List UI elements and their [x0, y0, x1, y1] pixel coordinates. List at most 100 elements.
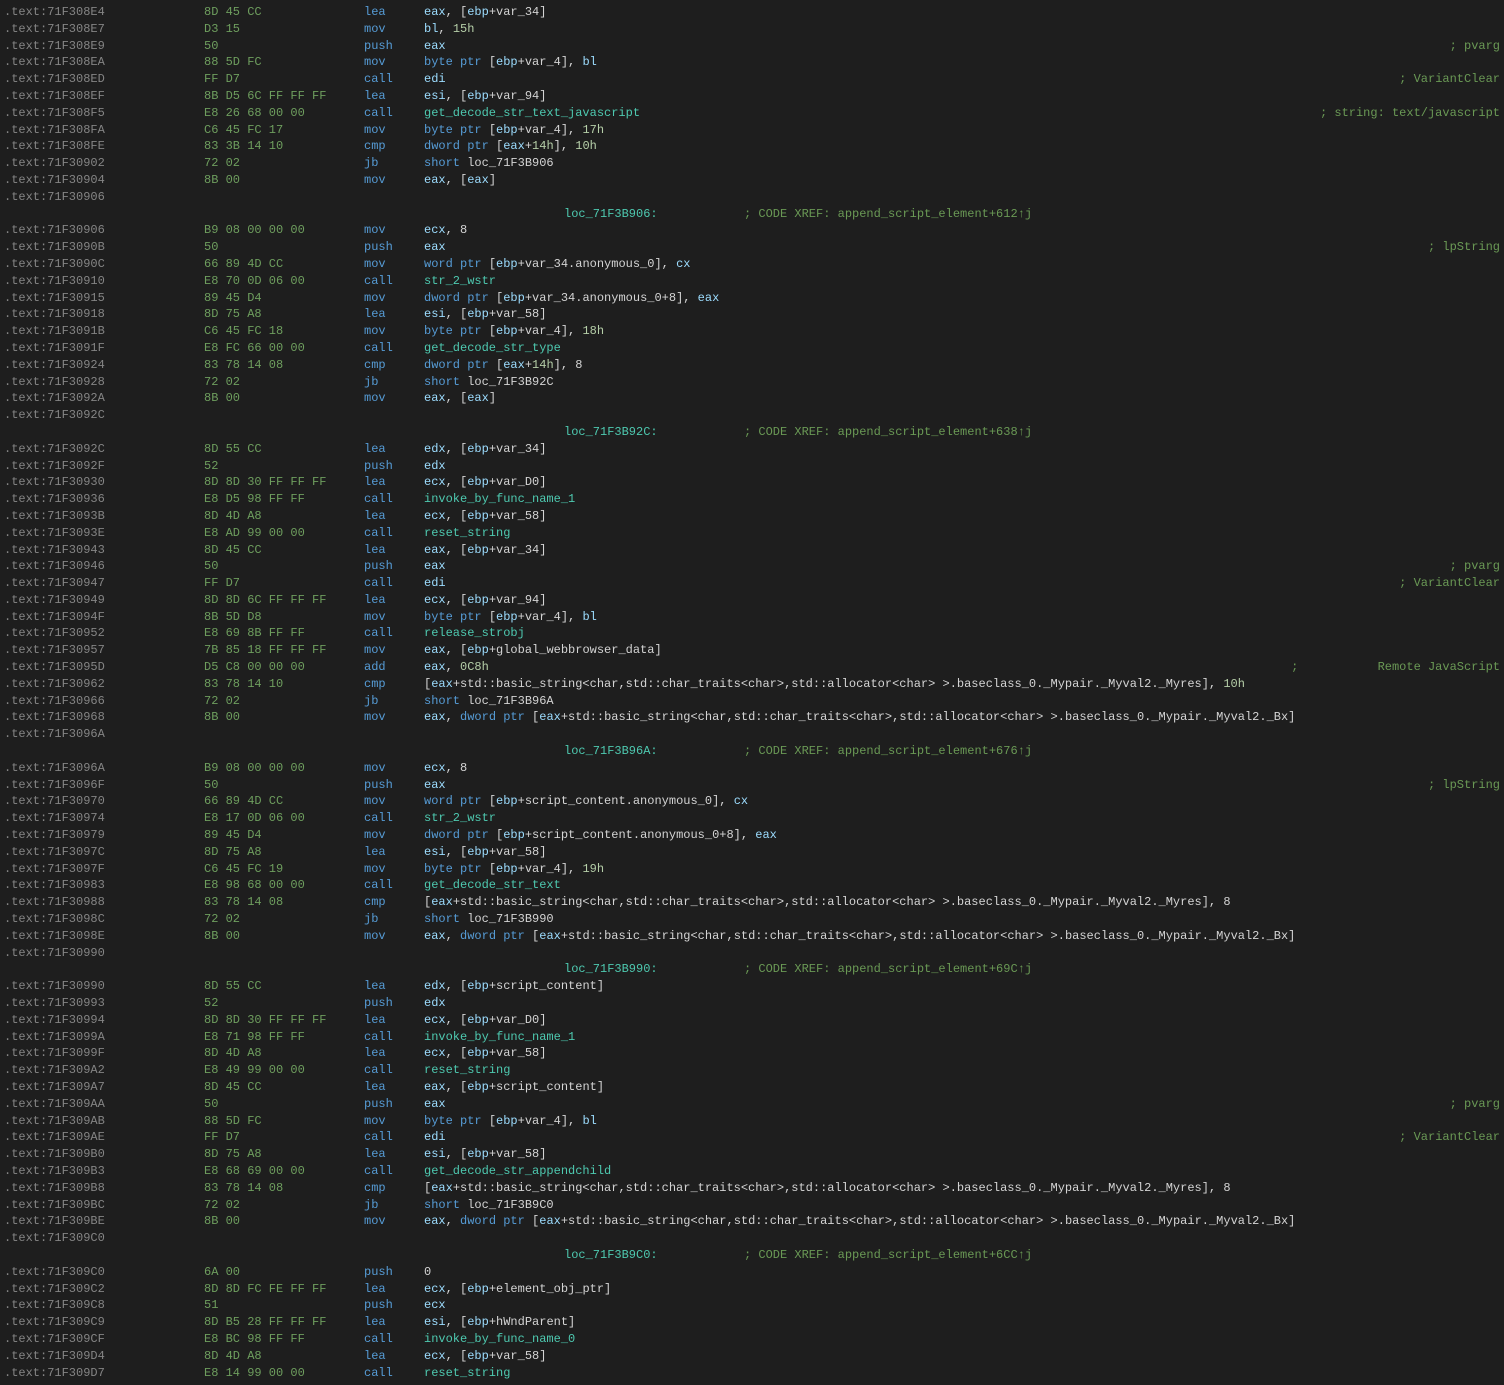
asm-bytes: D3 15: [204, 21, 364, 38]
asm-line: .text:71F308EDFF D7calledi ; VariantClea…: [0, 71, 1504, 88]
asm-line: .text:71F308EA88 5D FCmovbyte ptr [ebp+v…: [0, 54, 1504, 71]
asm-mnemonic: mov: [364, 290, 424, 307]
asm-line: .text:71F309498D 8D 6C FF FF FFleaecx, […: [0, 592, 1504, 609]
asm-operands: short loc_71F3B9C0: [424, 1197, 1500, 1214]
asm-line: .text:71F308FAC6 45 FC 17movbyte ptr [eb…: [0, 122, 1504, 139]
asm-line: .text:71F3090272 02jbshort loc_71F3B906: [0, 155, 1504, 172]
asm-bytes: 89 45 D4: [204, 827, 364, 844]
loc-label-line: loc_71F3B92C:; CODE XREF: append_script_…: [0, 424, 1504, 441]
asm-address: .text:71F3092C: [4, 441, 204, 458]
asm-line: .text:71F3091FE8 FC 66 00 00callget_deco…: [0, 340, 1504, 357]
asm-line: .text:71F3099AE8 71 98 FF FFcallinvoke_b…: [0, 1029, 1504, 1046]
asm-bytes: E8 BC 98 FF FF: [204, 1331, 364, 1348]
asm-operands: reset_string: [424, 525, 1500, 542]
asm-mnemonic: mov: [364, 827, 424, 844]
asm-line: .text:71F3094650pusheax ; pvarg: [0, 558, 1504, 575]
asm-address: .text:71F3096A: [4, 760, 204, 777]
asm-mnemonic: cmp: [364, 676, 424, 693]
asm-bytes: E8 98 68 00 00: [204, 877, 364, 894]
asm-operands: edi: [424, 575, 1385, 592]
asm-mnemonic: call: [364, 810, 424, 827]
asm-address: .text:71F30988: [4, 894, 204, 911]
asm-bytes: E8 17 0D 06 00: [204, 810, 364, 827]
loc-comment: ; CODE XREF: append_script_element+69C↑j: [744, 961, 1032, 978]
asm-mnemonic: jb: [364, 1197, 424, 1214]
asm-bytes: E8 70 0D 06 00: [204, 273, 364, 290]
asm-mnemonic: mov: [364, 1213, 424, 1230]
asm-operands: [eax+std::basic_string<char,std::char_tr…: [424, 676, 1500, 693]
asm-operands: ecx, [ebp+element_obj_ptr]: [424, 1281, 1500, 1298]
asm-mnemonic: jb: [364, 374, 424, 391]
asm-bytes: 8B 00: [204, 390, 364, 407]
asm-line: .text:71F30990: [0, 945, 1504, 962]
asm-line: .text:71F309308D 8D 30 FF FF FFleaecx, […: [0, 474, 1504, 491]
asm-line: .text:71F308E48D 45 CCleaeax, [ebp+var_3…: [0, 4, 1504, 21]
asm-mnemonic: push: [364, 995, 424, 1012]
asm-mnemonic: cmp: [364, 138, 424, 155]
asm-operands: dword ptr [ebp+script_content.anonymous_…: [424, 827, 1500, 844]
asm-operands: short loc_71F3B92C: [424, 374, 1500, 391]
asm-address: .text:71F30990: [4, 978, 204, 995]
asm-bytes: E8 49 99 00 00: [204, 1062, 364, 1079]
asm-bytes: 72 02: [204, 1197, 364, 1214]
asm-operands: byte ptr [ebp+var_4], bl: [424, 609, 1500, 626]
asm-address: .text:71F30968: [4, 709, 204, 726]
asm-bytes: 8D 45 CC: [204, 542, 364, 559]
asm-bytes: 8D 75 A8: [204, 844, 364, 861]
asm-bytes: 8D 4D A8: [204, 508, 364, 525]
loc-label-line: loc_71F3B9C0:; CODE XREF: append_script_…: [0, 1247, 1504, 1264]
asm-address: .text:71F30952: [4, 625, 204, 642]
asm-address: .text:71F309C8: [4, 1297, 204, 1314]
asm-line: .text:71F309908D 55 CCleaedx, [ebp+scrip…: [0, 978, 1504, 995]
asm-bytes: 8B D5 6C FF FF FF: [204, 88, 364, 105]
asm-line: .text:71F309D48D 4D A8leaecx, [ebp+var_5…: [0, 1348, 1504, 1365]
asm-line: .text:71F309688B 00moveax, dword ptr [ea…: [0, 709, 1504, 726]
asm-operands: edi: [424, 1129, 1385, 1146]
asm-bytes: C6 45 FC 17: [204, 122, 364, 139]
asm-line: .text:71F3096AB9 08 00 00 00movecx, 8: [0, 760, 1504, 777]
asm-bytes: 8D 45 CC: [204, 4, 364, 21]
asm-address: .text:71F3090B: [4, 239, 204, 256]
asm-bytes: 72 02: [204, 155, 364, 172]
asm-operands: eax: [424, 1096, 1435, 1113]
asm-line: .text:71F30974E8 17 0D 06 00callstr_2_ws…: [0, 810, 1504, 827]
asm-line: .text:71F3096283 78 14 10cmp[eax+std::ba…: [0, 676, 1504, 693]
asm-comment: ; pvarg: [1435, 1096, 1500, 1113]
asm-bytes: E8 FC 66 00 00: [204, 340, 364, 357]
asm-operands: ecx, [ebp+var_58]: [424, 1348, 1500, 1365]
asm-line: .text:71F3097066 89 4D CCmovword ptr [eb…: [0, 793, 1504, 810]
asm-address: .text:71F3094F: [4, 609, 204, 626]
asm-address: .text:71F309AA: [4, 1096, 204, 1113]
asm-address: .text:71F308F5: [4, 105, 204, 122]
asm-operands: eax, 0C8h: [424, 659, 1277, 676]
asm-mnemonic: lea: [364, 1348, 424, 1365]
loc-label-line: loc_71F3B990:; CODE XREF: append_script_…: [0, 961, 1504, 978]
asm-line: .text:71F3098E8B 00moveax, dword ptr [ea…: [0, 928, 1504, 945]
asm-mnemonic: call: [364, 1029, 424, 1046]
asm-operands: byte ptr [ebp+var_4], bl: [424, 54, 1500, 71]
asm-line: .text:71F309188D 75 A8leaesi, [ebp+var_5…: [0, 306, 1504, 323]
asm-address: .text:71F309D7: [4, 1365, 204, 1382]
asm-address: .text:71F3091B: [4, 323, 204, 340]
asm-mnemonic: lea: [364, 844, 424, 861]
asm-comment: ; Remote JavaScript: [1277, 659, 1500, 676]
asm-address: .text:71F30979: [4, 827, 204, 844]
asm-line: .text:71F3098C72 02jbshort loc_71F3B990: [0, 911, 1504, 928]
asm-bytes: 50: [204, 558, 364, 575]
asm-mnemonic: mov: [364, 609, 424, 626]
asm-line: .text:71F3090C66 89 4D CCmovword ptr [eb…: [0, 256, 1504, 273]
asm-mnemonic: call: [364, 877, 424, 894]
asm-bytes: 8B 00: [204, 1213, 364, 1230]
asm-comment: ; VariantClear: [1385, 71, 1500, 88]
asm-line: .text:71F308E7D3 15movbl, 15h: [0, 21, 1504, 38]
asm-mnemonic: lea: [364, 474, 424, 491]
asm-address: .text:71F308EA: [4, 54, 204, 71]
asm-address: .text:71F309C9: [4, 1314, 204, 1331]
asm-address: .text:71F30962: [4, 676, 204, 693]
asm-operands: byte ptr [ebp+var_4], 18h: [424, 323, 1500, 340]
asm-operands: get_decode_str_text: [424, 877, 1500, 894]
asm-bytes: 72 02: [204, 374, 364, 391]
asm-mnemonic: push: [364, 1264, 424, 1281]
asm-operands: esi, [ebp+var_58]: [424, 844, 1500, 861]
asm-bytes: 72 02: [204, 693, 364, 710]
